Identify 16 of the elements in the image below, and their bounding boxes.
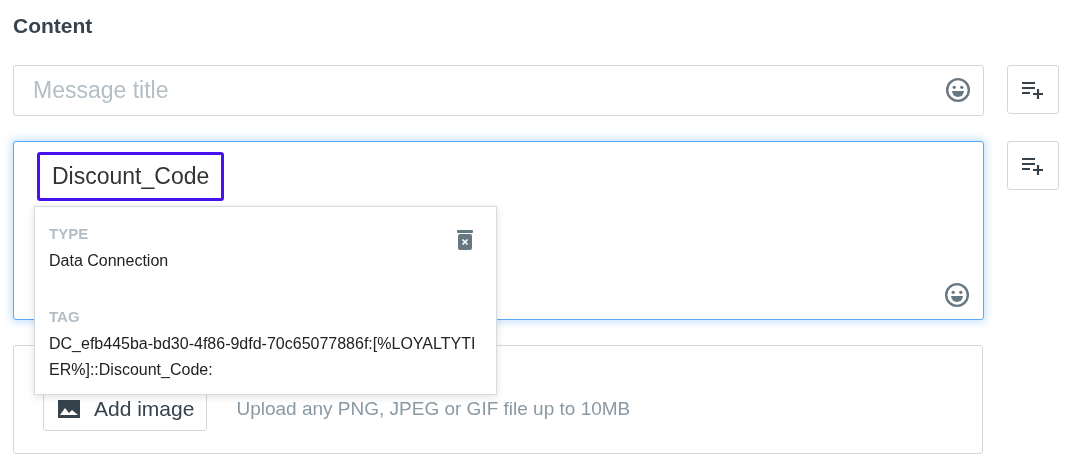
field-value: DC_efb445ba-bd30-4f86-9dfd-70c65077886f:[%LOYALTYTIER%]::Discount_Code: bbox=[49, 334, 477, 380]
message-title-field[interactable]: Message title bbox=[13, 65, 984, 116]
field-label: TAG bbox=[49, 308, 80, 325]
playlist-add-icon bbox=[1021, 155, 1045, 176]
upload-hint: Upload any PNG, JPEG or GIF file up to 10MB bbox=[236, 397, 631, 420]
insert-tag-button[interactable] bbox=[1007, 65, 1059, 114]
image-icon bbox=[58, 399, 80, 418]
section-heading: Content bbox=[13, 14, 94, 38]
tag-token[interactable]: Discount_Code bbox=[37, 152, 225, 201]
insert-tag-button[interactable] bbox=[1007, 141, 1059, 190]
playlist-add-icon bbox=[1021, 79, 1045, 100]
emoji-icon[interactable] bbox=[945, 77, 971, 103]
delete-icon[interactable] bbox=[456, 229, 474, 251]
emoji-icon[interactable] bbox=[944, 282, 970, 308]
field-value: Data Connection bbox=[49, 251, 170, 271]
field-label: TYPE bbox=[49, 225, 89, 242]
